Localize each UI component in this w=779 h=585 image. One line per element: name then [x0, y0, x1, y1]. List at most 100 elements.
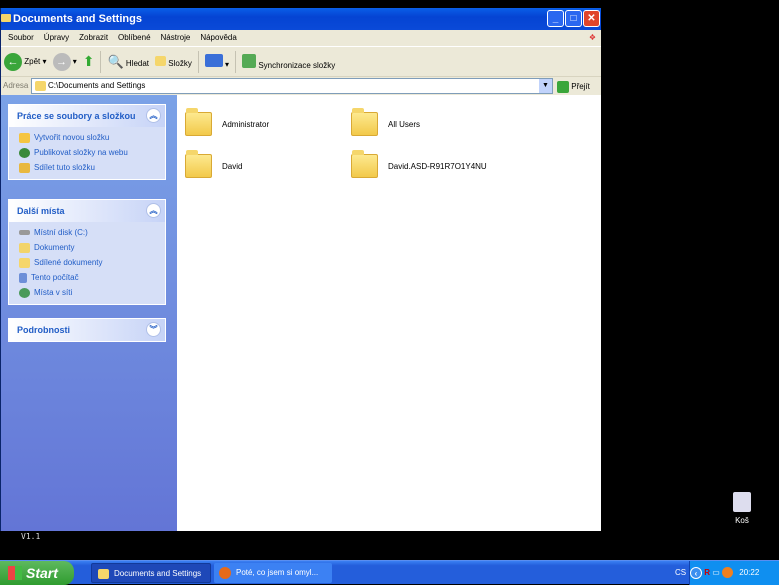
panel-header[interactable]: Další místa ︽ [9, 200, 165, 222]
go-label: Přejít [571, 82, 590, 91]
panel-title: Podrobnosti [17, 325, 70, 335]
folder-item[interactable]: Administrator [185, 108, 269, 136]
item-label: Sdílet tuto složku [34, 163, 95, 172]
task-publish-web[interactable]: Publikovat složky na webu [9, 145, 165, 160]
language-indicator[interactable]: CS [675, 561, 686, 585]
maximize-button[interactable]: □ [565, 10, 582, 27]
address-input[interactable]: C:\Documents and Settings ▼ [31, 78, 553, 94]
network-icon[interactable]: ▭ [712, 568, 720, 577]
address-value: C:\Documents and Settings [48, 81, 146, 90]
separator [235, 50, 237, 73]
folders-button[interactable]: Složky [155, 55, 192, 68]
search-icon: 🔍 [107, 53, 124, 69]
menu-help[interactable]: Nápověda [195, 30, 241, 46]
task-share-folder[interactable]: Sdílet tuto složku [9, 160, 165, 175]
task-label: Poté, co jsem si omyl... [236, 568, 319, 577]
antivirus-icon[interactable]: R [704, 568, 710, 577]
drive-icon [19, 230, 30, 235]
documents-icon [19, 242, 30, 253]
item-label: Tento počítač [31, 273, 79, 282]
task-label: Documents and Settings [114, 569, 202, 578]
title-bar[interactable]: Documents and Settings _ □ ✕ [1, 8, 601, 30]
collapse-icon[interactable]: ︽ [146, 203, 161, 218]
recycle-bin[interactable]: Koš [728, 492, 756, 525]
menu-file[interactable]: Soubor [3, 30, 39, 46]
window-title: Documents and Settings [13, 13, 142, 25]
tray-app-icon[interactable] [722, 567, 734, 579]
folder-name: David [222, 161, 243, 171]
folder-icon [351, 108, 378, 136]
details-panel: Podrobnosti ︾ [8, 318, 166, 342]
separator [197, 50, 199, 73]
other-places-panel: Další místa ︽ Místní disk (C:) Dokumenty … [8, 199, 166, 305]
windows-logo-icon: ❖ [588, 33, 596, 42]
clock[interactable]: 20:22 [739, 568, 759, 577]
item-label: Místní disk (C:) [34, 228, 88, 237]
recycle-bin-label: Koš [735, 516, 749, 525]
close-button[interactable]: ✕ [583, 10, 600, 27]
item-label: Sdílené dokumenty [34, 258, 103, 267]
folder-name: David.ASD-R91R7O1Y4NU [388, 161, 487, 171]
back-button[interactable]: ← Zpět ▾ [4, 52, 47, 71]
forward-arrow-icon: → [52, 52, 71, 71]
toolbar: ← Zpět ▾ → ▾ ⬆ 🔍 Hledat Složky ▾ Synchro… [1, 46, 601, 76]
taskbar-item-firefox[interactable]: Poté, co jsem si omyl... [214, 563, 332, 583]
start-button[interactable]: Start [0, 561, 74, 585]
folder-icon [1, 14, 11, 22]
item-label: Místa v síti [34, 288, 73, 297]
panel-header[interactable]: Práce se soubory a složkou ︽ [9, 105, 165, 127]
up-folder-icon[interactable]: ⬆ [83, 53, 95, 70]
menu-favorites[interactable]: Oblíbené [113, 30, 155, 46]
go-button[interactable]: Přejít [557, 78, 590, 95]
folder-icon [185, 150, 212, 178]
taskbar-item-explorer[interactable]: Documents and Settings [91, 563, 211, 583]
share-folder-icon [19, 162, 30, 173]
menu-view[interactable]: Zobrazit [74, 30, 113, 46]
views-button[interactable]: ▾ [204, 54, 229, 69]
menu-tools[interactable]: Nástroje [156, 30, 196, 46]
folder-view: Administrator All Users David David.ASD-… [177, 95, 601, 531]
collapse-icon[interactable]: ︽ [146, 108, 161, 123]
panel-title: Další místa [17, 206, 65, 216]
minimize-button[interactable]: _ [547, 10, 564, 27]
place-network[interactable]: Místa v síti [9, 285, 165, 300]
task-pane: Práce se soubory a složkou ︽ Vytvořit nov… [1, 95, 177, 531]
place-local-disk[interactable]: Místní disk (C:) [9, 225, 165, 240]
separator [100, 50, 102, 73]
new-folder-icon [19, 132, 30, 143]
place-documents[interactable]: Dokumenty [9, 240, 165, 255]
address-dropdown[interactable]: ▼ [539, 79, 552, 93]
sync-button[interactable]: Synchronizace složky [242, 53, 335, 70]
windows-logo-icon [8, 566, 22, 580]
place-shared-documents[interactable]: Sdílené dokumenty [9, 255, 165, 270]
folder-icon [19, 257, 30, 268]
place-my-computer[interactable]: Tento počítač [9, 270, 165, 285]
show-hidden-icons-button[interactable]: ‹ [690, 566, 702, 579]
expand-icon[interactable]: ︾ [146, 322, 161, 337]
item-label: Publikovat složky na webu [34, 148, 128, 157]
folder-icon [98, 569, 109, 579]
back-arrow-icon: ← [4, 52, 22, 71]
address-bar: Adresa C:\Documents and Settings ▼ Přejít [1, 76, 601, 95]
folder-item[interactable]: David [185, 150, 243, 178]
folder-icon [35, 81, 46, 91]
recycle-bin-icon [733, 492, 751, 512]
panel-header[interactable]: Podrobnosti ︾ [9, 319, 165, 341]
search-button[interactable]: 🔍 Hledat [107, 54, 149, 70]
folder-item[interactable]: All Users [351, 108, 421, 136]
version-text: V1.1 [21, 532, 41, 541]
task-new-folder[interactable]: Vytvořit novou složku [9, 130, 165, 145]
forward-button[interactable]: → ▾ [52, 52, 77, 71]
folder-icon [185, 108, 212, 136]
globe-icon [19, 147, 30, 158]
folders-label: Složky [168, 58, 192, 68]
firefox-icon [219, 567, 231, 579]
back-label: Zpět [24, 56, 41, 66]
explorer-window: Documents and Settings _ □ ✕ Soubor Úpra… [0, 8, 601, 531]
network-icon [19, 287, 30, 298]
folder-item[interactable]: David.ASD-R91R7O1Y4NU [351, 150, 487, 178]
menu-edit[interactable]: Úpravy [39, 30, 74, 46]
folder-name: All Users [388, 119, 421, 129]
file-tasks-panel: Práce se soubory a složkou ︽ Vytvořit nov… [8, 104, 166, 180]
panel-title: Práce se soubory a složkou [17, 111, 136, 121]
